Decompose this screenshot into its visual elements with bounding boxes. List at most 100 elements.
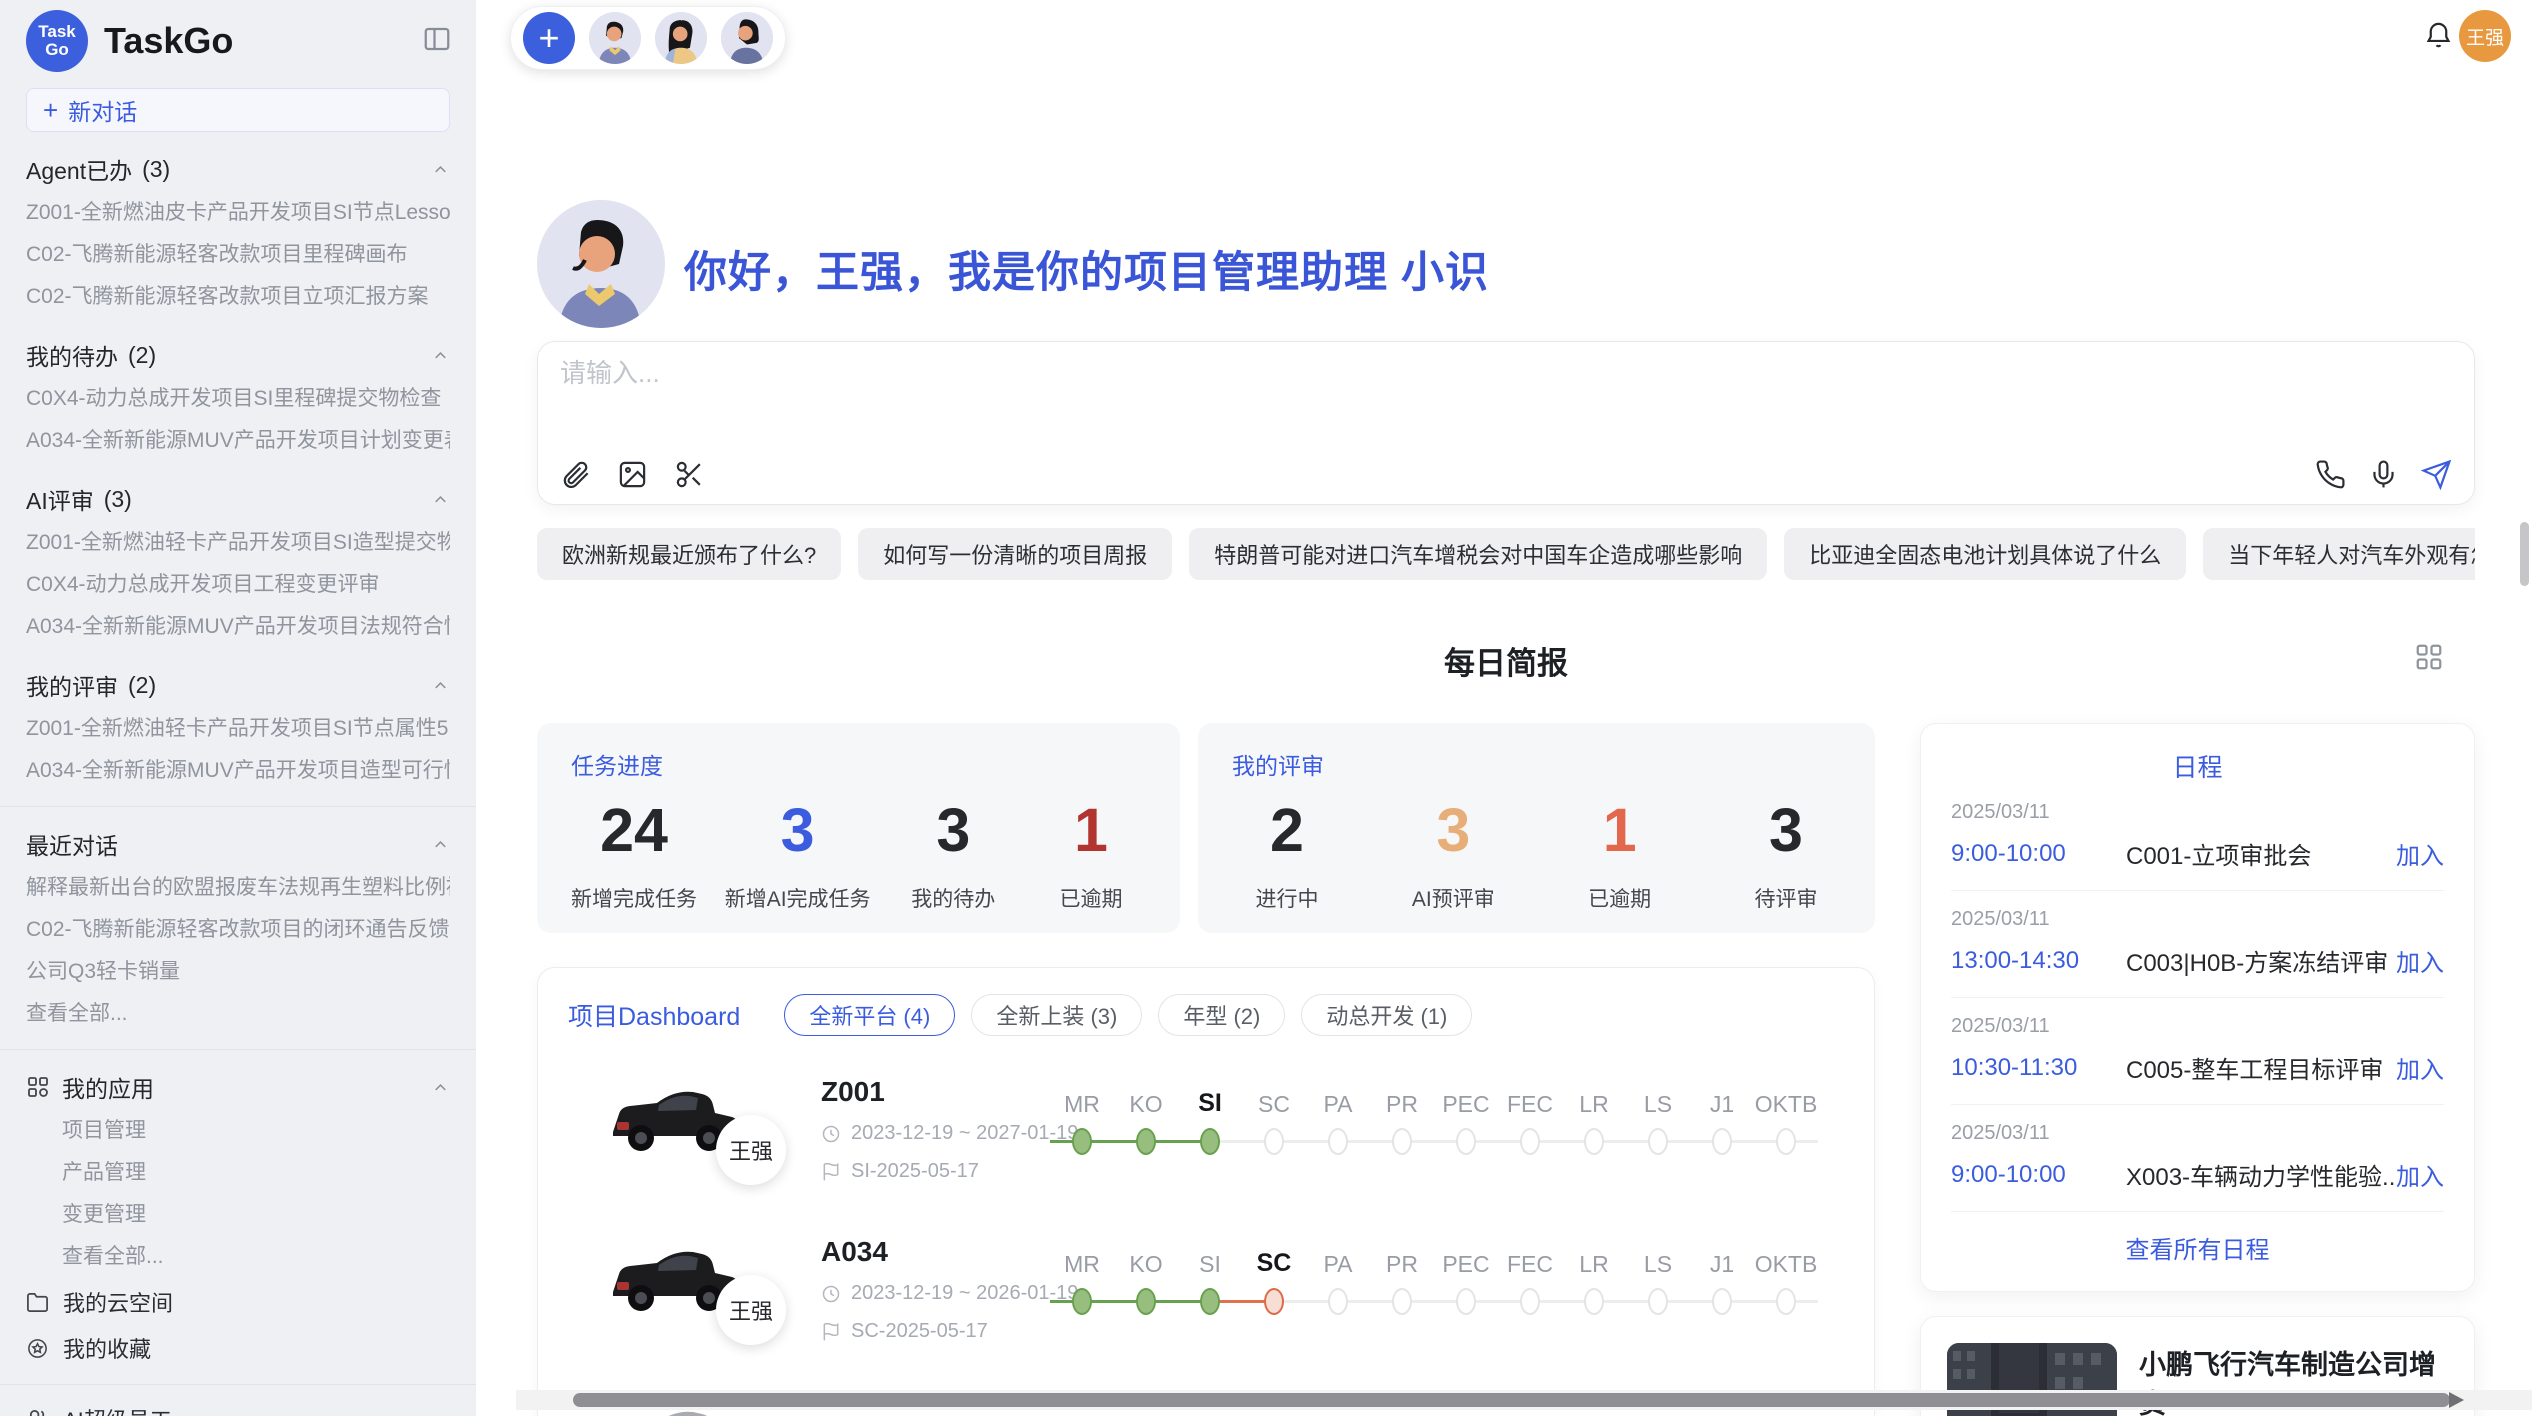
stat-value: 1	[1565, 795, 1675, 865]
suggestion-chips: 欧洲新规最近颁布了什么? 如何写一份清晰的项目周报 特朗普可能对进口汽车增税会对…	[537, 528, 2475, 580]
dashboard-tabs: 全新平台 (4) 全新上装 (3) 年型 (2) 动总开发 (1)	[784, 994, 1472, 1036]
event-date: 2025/03/11	[1951, 801, 2444, 824]
view-all-link[interactable]: 查看全部...	[26, 1236, 450, 1278]
chevron-up-icon[interactable]	[431, 160, 450, 179]
join-link[interactable]: 加入	[2396, 836, 2444, 871]
section-ai-review[interactable]: AI评审(3)	[26, 476, 450, 522]
list-item[interactable]: C02-飞腾新能源轻客改款项目里程碑画布	[26, 234, 450, 276]
mic-icon[interactable]	[2368, 459, 2399, 490]
tab-powertrain[interactable]: 动总开发 (1)	[1301, 994, 1472, 1036]
event-name: X003-车辆动力学性能验...	[2126, 1157, 2396, 1192]
new-chat-button[interactable]: + 新对话	[26, 88, 450, 132]
event-time: 9:00-10:00	[1951, 1161, 2126, 1189]
tab-upfit[interactable]: 全新上装 (3)	[971, 994, 1142, 1036]
milestone-label: PA	[1324, 1078, 1353, 1118]
milestone-dot	[1072, 1288, 1092, 1315]
owner-badge: 王强	[716, 1115, 786, 1185]
sidebar-sections: Agent已办(3) Z001-全新燃油皮卡产品开发项目SI节点Lesson L…	[0, 146, 476, 792]
suggestion-chip[interactable]: 特朗普可能对进口汽车增税会对中国车企造成哪些影响	[1189, 528, 1767, 580]
section-agent-done[interactable]: Agent已办(3)	[26, 146, 450, 192]
suggestion-chip[interactable]: 如何写一份清晰的项目周报	[858, 528, 1172, 580]
list-item[interactable]: A034-全新新能源MUV产品开发项目造型可行性评审	[26, 750, 450, 792]
tab-model-year[interactable]: 年型 (2)	[1158, 994, 1285, 1036]
milestone-label: MR	[1064, 1078, 1100, 1118]
section-my-todo[interactable]: 我的待办(2)	[26, 332, 450, 378]
list-item[interactable]: C0X4-动力总成开发项目工程变更评审	[26, 564, 450, 606]
milestone-dot	[1392, 1288, 1412, 1315]
list-item[interactable]: Z001-全新燃油轻卡产品开发项目SI造型提交物评审	[26, 522, 450, 564]
join-link[interactable]: 加入	[2396, 1157, 2444, 1192]
user-avatar[interactable]: 王强	[2459, 10, 2511, 62]
list-item[interactable]: C0X4-动力总成开发项目SI里程碑提交物检查	[26, 378, 450, 420]
milestone-dot	[1520, 1128, 1540, 1155]
avatar[interactable]	[589, 12, 641, 64]
project-row[interactable]: 王强 Z001 2023-12-19 ~ 2027-01-19 SI-2025-…	[538, 1068, 1874, 1228]
suggestion-chip[interactable]: 当下年轻人对汽车外观有怎样的喜好趋势	[2203, 528, 2475, 580]
chevron-up-icon[interactable]	[431, 490, 450, 509]
view-all-link[interactable]: 查看全部...	[26, 993, 450, 1035]
chevron-up-icon[interactable]	[431, 346, 450, 365]
event-date: 2025/03/11	[1951, 908, 2444, 931]
milestone-dot	[1072, 1128, 1092, 1155]
milestone-dot	[1776, 1288, 1796, 1315]
milestone-dot	[1264, 1128, 1284, 1155]
list-item[interactable]: 解释最新出台的欧盟报废车法规再生塑料比例被调至15%...	[26, 867, 450, 909]
scroll-right-arrow[interactable]	[2449, 1392, 2464, 1408]
event-time: 10:30-11:30	[1951, 1054, 2126, 1082]
list-item[interactable]: A034-全新新能源MUV产品开发项目计划变更表编写	[26, 420, 450, 462]
list-item[interactable]: C02-飞腾新能源轻客改款项目的闭环通告反馈情况	[26, 909, 450, 951]
layout-grid-icon[interactable]	[2414, 642, 2444, 672]
list-item[interactable]: Z001-全新燃油皮卡产品开发项目SI节点Lesson Learn报告	[26, 192, 450, 234]
avatar[interactable]	[655, 12, 707, 64]
phone-icon[interactable]	[2315, 459, 2346, 490]
sidebar-header: Task Go TaskGo	[0, 0, 476, 78]
list-item[interactable]: C02-飞腾新能源轻客改款项目立项汇报方案	[26, 276, 450, 318]
attach-icon[interactable]	[560, 459, 591, 490]
chevron-up-icon[interactable]	[431, 676, 450, 695]
join-link[interactable]: 加入	[2396, 943, 2444, 978]
section-recent-chats[interactable]: 最近对话	[26, 821, 450, 867]
flag-icon	[821, 1322, 841, 1342]
section-my-apps[interactable]: 我的应用	[26, 1064, 450, 1110]
sidebar-item-product-mgmt[interactable]: 产品管理	[26, 1152, 450, 1194]
send-icon[interactable]	[2421, 459, 2452, 490]
horizontal-scrollbar[interactable]	[516, 1390, 2532, 1410]
stat-value: 3	[725, 795, 871, 865]
image-icon[interactable]	[617, 459, 648, 490]
suggestion-chip[interactable]: 比亚迪全固态电池计划具体说了什么	[1784, 528, 2186, 580]
suggestion-chip[interactable]: 欧洲新规最近颁布了什么?	[537, 528, 841, 580]
project-dashboard-card: 项目Dashboard 全新平台 (4) 全新上装 (3) 年型 (2) 动总开…	[537, 967, 1875, 1416]
stat-label: 已逾期	[1565, 883, 1675, 913]
chat-input[interactable]	[560, 358, 2260, 389]
chevron-up-icon[interactable]	[431, 1078, 450, 1097]
new-chat-label: 新对话	[68, 93, 137, 127]
logo-line-1: Task	[38, 23, 76, 41]
list-item[interactable]: Z001-全新燃油轻卡产品开发项目SI节点属性5D文件评审	[26, 708, 450, 750]
milestone-label: KO	[1129, 1238, 1162, 1278]
add-agent-button[interactable]: +	[523, 12, 575, 64]
horizontal-scrollbar-thumb[interactable]	[573, 1393, 2450, 1407]
milestone-dot	[1776, 1128, 1796, 1155]
section-my-review[interactable]: 我的评审(2)	[26, 662, 450, 708]
sidebar-item-favorites[interactable]: 我的收藏	[0, 1326, 476, 1370]
avatar[interactable]	[721, 12, 773, 64]
assistant-avatar	[537, 200, 665, 328]
chevron-up-icon[interactable]	[431, 835, 450, 854]
agent-switcher: +	[510, 6, 786, 70]
join-link[interactable]: 加入	[2396, 1050, 2444, 1085]
vertical-scrollbar-thumb[interactable]	[2520, 522, 2529, 586]
sidebar-item-project-mgmt[interactable]: 项目管理	[26, 1110, 450, 1152]
schedule-item: 2025/03/11 9:00-10:00X003-车辆动力学性能验...加入	[1951, 1105, 2444, 1212]
notification-bell-icon[interactable]	[2423, 20, 2454, 51]
project-row[interactable]: 王强 A034 2023-12-19 ~ 2026-01-19 SC-2025-…	[538, 1228, 1874, 1388]
sidebar-item-ai-employee[interactable]: AI超级员工	[0, 1397, 476, 1416]
scissors-icon[interactable]	[674, 459, 705, 490]
view-all-schedule-link[interactable]: 查看所有日程	[1951, 1230, 2444, 1265]
tab-platform[interactable]: 全新平台 (4)	[784, 994, 955, 1036]
sidebar-item-change-mgmt[interactable]: 变更管理	[26, 1194, 450, 1236]
card-title: 任务进度	[571, 747, 1146, 781]
sidebar-item-cloud-space[interactable]: 我的云空间	[0, 1280, 476, 1324]
sidebar-collapse-icon[interactable]	[422, 24, 452, 54]
list-item[interactable]: 公司Q3轻卡销量	[26, 951, 450, 993]
list-item[interactable]: A034-全新新能源MUV产品开发项目法规符合性评审	[26, 606, 450, 648]
